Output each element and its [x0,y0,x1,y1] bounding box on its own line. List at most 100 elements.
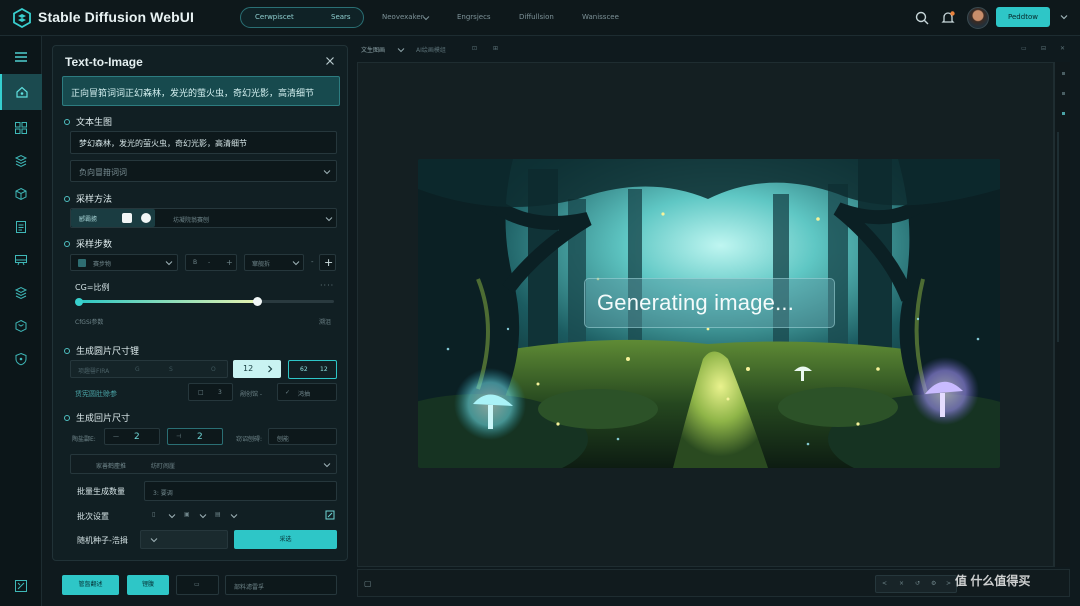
minus-icon[interactable]: - [311,258,314,266]
checkbox-icon [78,259,86,267]
document-icon [16,221,26,233]
box-icon: □ [198,389,204,396]
sidebar-item-settings[interactable] [9,574,33,598]
sampler-select[interactable]: 郾霸掳 坊凝院翁赛刨 [70,208,337,228]
prompt-input[interactable]: 梦幻森林，发光的萤火虫，奇幻光影，高清细节 [70,131,337,154]
canvas-tool-icon-2[interactable]: ⊞ [493,45,498,52]
chevron-down-icon[interactable] [168,512,176,520]
batch-count-input[interactable]: 3: 要调 [144,481,337,501]
output-right-label: 窃诏刨碍: [236,436,263,443]
window-max-icon[interactable]: ⊟ [1041,45,1046,52]
sidebar-item-grid[interactable] [9,116,33,140]
footer-box-icon[interactable]: ▢ [364,579,372,588]
seed-button[interactable]: 采选 [234,530,337,549]
search-icon[interactable] [914,10,930,26]
size-preset-b[interactable]: S [169,366,173,373]
seed-select[interactable] [140,530,228,549]
chevron-down-icon[interactable] [230,512,238,520]
prompt-banner[interactable]: 正向冒筘词词正幻森林，发光的萤火虫，奇幻光影，高清细节 [62,76,340,106]
plus-icon[interactable]: + [226,258,233,267]
section-heading: 采样步数 [76,240,113,250]
section-dot-icon [64,348,70,354]
size-value-button[interactable]: 12 [233,360,281,378]
width-value: 2 [134,432,140,442]
bottom-field[interactable]: 部料滤雷孚 [225,575,337,595]
profile-button[interactable]: Peddtow [996,7,1050,27]
chevron-down-icon[interactable] [1059,12,1069,22]
steps-select-2[interactable]: 窜舰拆 [244,254,304,271]
size-alt-button[interactable]: 62 12 [288,360,337,379]
height-input[interactable]: ⊣ 2 [167,428,223,445]
size-preset-a[interactable]: G [135,366,140,373]
window-min-icon[interactable]: ▭ [1021,45,1027,52]
advanced-label[interactable]: 赁宪圆肚赊参 [75,389,117,399]
nav-link-2[interactable]: Engrsjecs [457,13,491,21]
sidebar-item-models[interactable] [9,314,33,338]
section-output: 生成回片尺寸 [64,411,130,424]
advanced-mid: 剐创馆 - [240,391,263,398]
canvas-tab-1[interactable]: 文生图画 [361,45,385,54]
prompt-value: 梦幻森林，发光的萤火虫，奇幻光影，高清细节 [79,139,247,148]
nav-link-1[interactable]: Neovexaker [382,13,424,21]
size-presets[interactable]: 项趣罄FIRA G S O [70,360,228,378]
chevron-down-icon[interactable] [199,512,207,520]
canvas-tool-icon[interactable]: ⊡ [472,45,477,52]
generating-status: Generating image... [597,290,795,315]
slider-knob[interactable] [252,297,262,306]
sidebar-item-cube[interactable] [9,182,33,206]
close-icon[interactable]: × [899,580,904,587]
close-icon[interactable] [325,56,335,66]
toggle-square[interactable] [122,213,132,223]
nav-link-3[interactable]: Diffullsion [519,13,554,21]
batch-count-value: 3: 要调 [153,490,173,497]
sidebar-item-document[interactable] [9,215,33,239]
cfg-slider[interactable] [75,297,337,307]
advanced-check[interactable]: ✓ 鸿抽 [277,383,337,401]
nav-link-4[interactable]: Wanisscee [582,13,619,21]
more-icon[interactable]: ···· [320,281,334,290]
scrollbar[interactable] [1054,62,1070,567]
settings-icon[interactable]: ⚙ [931,580,936,587]
edit-icon[interactable] [325,510,335,520]
output-select[interactable]: 家善鹤麈推 纺盯闹崖 [70,454,337,474]
sidebar [0,36,42,606]
stack-icon [14,286,28,300]
nav-pill-left[interactable]: Cerwpiscet [255,13,294,21]
width-input[interactable]: — 2 [104,428,160,445]
sidebar-item-stack[interactable] [9,281,33,305]
toggle-dot[interactable] [141,213,151,223]
negative-prompt-input[interactable]: 负向冒箝词词 [70,160,337,182]
steps-stepper[interactable]: B - + [185,254,237,271]
nav-pill[interactable]: Cerwpiscet Sears [240,7,364,28]
menu-icon[interactable] [14,51,28,63]
refresh-icon[interactable]: ↺ [915,580,920,587]
canvas-tab-2[interactable]: AI绘画模组 [416,45,446,54]
add-button[interactable]: + [319,254,336,271]
window-close-icon[interactable]: ✕ [1060,45,1065,52]
size-preset-c[interactable]: O [211,366,216,373]
box-icon[interactable]: ▤ [215,511,221,518]
bottom-icon-button[interactable]: ▭ [176,575,219,595]
watermark: 值 什么值得买 [955,574,1031,588]
sidebar-item-device[interactable] [9,248,33,272]
sidebar-item-shield[interactable] [9,347,33,371]
next-icon[interactable]: > [946,580,951,587]
nav-pill-right[interactable]: Sears [331,13,351,21]
steps-select-1[interactable]: 赛步物 [70,254,178,271]
logo-icon [13,8,31,28]
bottom-secondary-button[interactable]: 锂腹 [127,575,169,595]
prev-icon[interactable]: < [882,580,887,587]
advanced-field[interactable]: □ 3 [188,383,233,401]
avatar[interactable] [967,7,989,29]
bell-icon[interactable] [940,10,956,26]
sidebar-item-home[interactable] [0,74,42,110]
output-right-field[interactable]: 刨能 [268,428,337,445]
chevron-down-icon[interactable] [397,46,405,54]
sidebar-item-layers[interactable] [9,149,33,173]
minus-icon[interactable]: - [208,259,210,266]
box-icon[interactable]: ▯ [152,511,155,518]
seed-label: 随机种子-浩揖 [77,536,128,545]
bottom-primary-button[interactable]: 管盔翻述 [62,575,119,595]
box-icon[interactable]: ▣ [184,511,190,518]
negative-placeholder: 负向冒箝词词 [79,168,127,177]
